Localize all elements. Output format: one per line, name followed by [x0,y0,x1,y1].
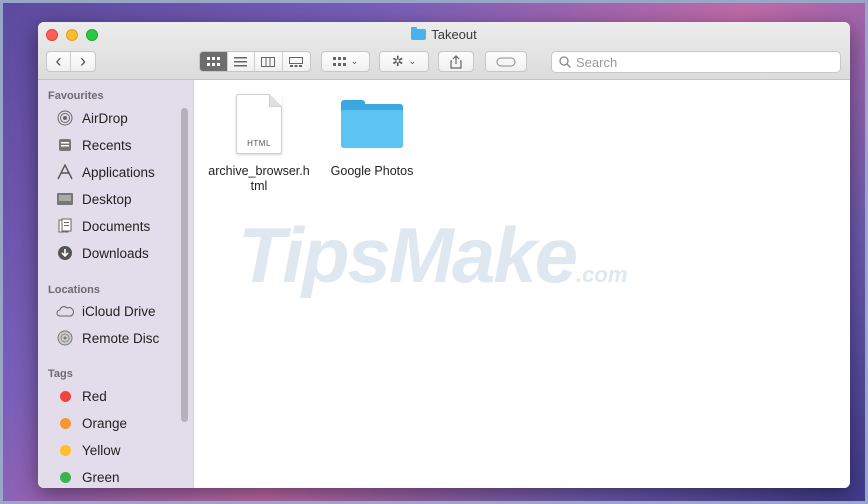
action-menu-button[interactable]: ✲ ⌄ [379,51,429,72]
search-field[interactable] [551,51,841,73]
gallery-view-button[interactable] [283,52,310,71]
share-icon [450,54,462,69]
tag-icon [496,57,516,66]
file-browser-content: HTML archive_browser.h tml Google Photos [195,80,850,488]
forward-button[interactable]: › [71,52,95,71]
sidebar-item-label: Yellow [82,442,121,458]
sidebar-item-downloads[interactable]: Downloads [56,242,149,264]
sidebar-item-applications[interactable]: Applications [56,161,155,183]
back-button[interactable]: ‹ [47,52,72,71]
sidebar-item-tag-yellow[interactable]: Yellow [56,439,121,461]
gallery-view-icon [289,56,304,67]
sidebar-item-label: Orange [82,415,128,431]
disc-icon [56,329,74,347]
file-type-label: HTML [247,139,271,148]
group-by-button[interactable]: ⌄ [321,51,370,72]
airdrop-icon [56,109,74,127]
sidebar-item-tag-red[interactable]: Red [56,385,107,407]
list-view-icon [234,56,248,66]
titlebar: Takeout ‹ › ⌄ ✲ ⌄ [38,22,850,80]
sidebar-item-label: Red [82,388,107,404]
group-icon [332,56,346,66]
sidebar-item-label: Recents [82,137,132,153]
sidebar-item-label: Applications [82,164,155,180]
finder-window: Takeout ‹ › ⌄ ✲ ⌄ Search Favourites AirD… [38,22,850,488]
sidebar-item-label: Desktop [82,191,132,207]
folder-icon [341,100,403,148]
icon-view-icon [206,56,220,66]
documents-icon [56,217,74,235]
sidebar-item-label: iCloud Drive [82,303,156,319]
sidebar-item-remote-disc[interactable]: Remote Disc [56,327,159,349]
file-item-archive-browser[interactable]: HTML archive_browser.h tml [199,94,319,194]
sidebar-item-tag-orange[interactable]: Orange [56,412,127,434]
file-name: archive_browser.h tml [208,164,310,193]
chevron-down-icon: ⌄ [350,56,359,66]
sidebar-header-favourites: Favourites [48,90,104,102]
icon-view-button[interactable] [200,52,228,71]
cloud-icon [56,302,74,320]
downloads-icon [56,244,74,262]
column-view-icon [261,56,276,67]
window-title: Takeout [38,27,850,42]
applications-icon [56,163,74,181]
window-title-text: Takeout [431,27,477,42]
sidebar-header-tags: Tags [48,368,73,380]
chevron-down-icon: ⌄ [408,56,417,66]
file-item-google-photos[interactable]: Google Photos [322,100,422,179]
tag-dot-icon [60,390,71,402]
sidebar-item-airdrop[interactable]: AirDrop [56,107,128,129]
sidebar-item-label: Green [82,469,120,485]
file-name: Google Photos [330,164,414,178]
sidebar: Favourites AirDrop Recents Applications … [38,80,194,488]
search-icon [559,56,571,68]
sidebar-scrollbar[interactable] [181,108,188,422]
sidebar-item-recents[interactable]: Recents [56,134,132,156]
tag-dot-icon [60,444,71,456]
list-view-button[interactable] [228,52,255,71]
sidebar-item-label: Documents [82,218,151,234]
sidebar-item-desktop[interactable]: Desktop [56,188,132,210]
desktop-icon [56,190,74,208]
folder-icon [411,27,427,40]
recents-icon [56,136,74,154]
html-file-icon: HTML [236,94,282,154]
sidebar-header-locations: Locations [48,284,100,296]
sidebar-item-documents[interactable]: Documents [56,215,150,237]
view-mode-control [199,51,311,72]
tag-dot-icon [60,471,71,483]
search-input[interactable] [576,54,816,70]
sidebar-item-label: Remote Disc [82,330,160,346]
sidebar-item-label: Downloads [82,245,149,261]
sidebar-item-icloud-drive[interactable]: iCloud Drive [56,300,156,322]
nav-buttons: ‹ › [46,51,96,72]
column-view-button[interactable] [255,52,283,71]
tags-button[interactable] [485,51,527,72]
sidebar-item-tag-green[interactable]: Green [56,466,120,488]
share-button[interactable] [438,51,474,72]
sidebar-item-label: AirDrop [82,110,128,126]
tag-dot-icon [60,417,71,429]
gear-icon: ✲ [391,53,404,69]
